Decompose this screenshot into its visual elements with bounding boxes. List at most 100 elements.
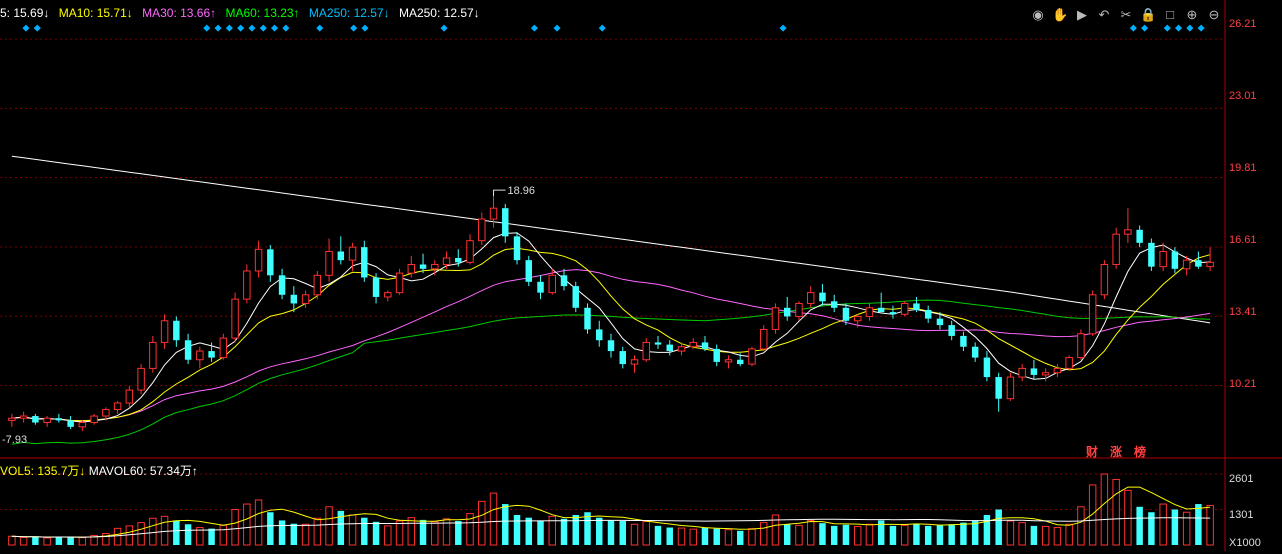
candle-body xyxy=(983,357,991,378)
hand-icon[interactable]: ✋ xyxy=(1052,7,1068,23)
candle-body xyxy=(677,346,686,352)
badge-bang[interactable]: 榜 xyxy=(1134,443,1146,460)
candle-body xyxy=(384,292,392,298)
volume-bar xyxy=(666,527,673,545)
candle-body xyxy=(877,307,885,313)
volume-bar xyxy=(596,517,603,545)
candle-body xyxy=(502,208,509,237)
signal-marker xyxy=(598,24,606,32)
badge-zhang[interactable]: 涨 xyxy=(1110,443,1122,460)
signal-marker xyxy=(282,24,290,32)
candle-body xyxy=(560,275,568,287)
candle-body xyxy=(407,263,416,274)
volume-bar xyxy=(219,524,228,546)
candle-body xyxy=(1065,357,1073,369)
scissors-icon[interactable]: ✂ xyxy=(1118,7,1134,23)
volume-bar xyxy=(819,523,826,545)
volume-bar xyxy=(301,523,310,546)
volume-bar xyxy=(759,522,768,546)
volume-bar xyxy=(313,517,322,546)
signal-marker xyxy=(271,24,279,32)
candle-body xyxy=(995,377,1002,399)
volume-tick: 2601 xyxy=(1229,473,1254,485)
chart-toolbar: ◉ ✋ ▶ ↶ ✂ 🔒 □ ⊕ ⊖ xyxy=(1030,6,1222,24)
volume-bar xyxy=(1041,525,1050,546)
legend-ma30: MA30: 13.66↑ xyxy=(142,6,217,20)
candle-body xyxy=(748,348,756,365)
volume-bar xyxy=(795,524,803,546)
candle-body xyxy=(431,263,439,270)
volume-bar xyxy=(783,524,791,545)
zoom-out-icon[interactable]: ⊖ xyxy=(1206,7,1222,23)
candle-body xyxy=(1182,259,1191,270)
candle-body xyxy=(736,359,744,365)
candle-body xyxy=(865,307,874,317)
candle-body xyxy=(219,337,228,359)
volume-bar xyxy=(455,520,462,545)
volume-bar xyxy=(67,537,74,545)
volume-bar xyxy=(842,524,850,545)
square-icon[interactable]: □ xyxy=(1162,7,1178,23)
signal-marker xyxy=(350,24,358,32)
volume-bar xyxy=(325,506,333,546)
high-marker-line xyxy=(493,189,506,197)
candle-body xyxy=(137,367,145,391)
signal-marker xyxy=(1163,24,1171,32)
volume-bar xyxy=(1124,489,1132,546)
signal-marker xyxy=(248,24,256,32)
candle-body xyxy=(113,402,122,411)
candle-body xyxy=(771,307,780,330)
badge-cai[interactable]: 财 xyxy=(1086,443,1098,460)
volume-bar xyxy=(278,520,286,545)
volume-bar xyxy=(513,514,521,545)
candle-body xyxy=(231,298,239,339)
play-icon[interactable]: ▶ xyxy=(1074,7,1090,23)
lock-icon[interactable]: 🔒 xyxy=(1140,7,1156,23)
candle-body xyxy=(442,257,451,265)
stock-chart[interactable]: 18.96 -7.93 5: 15.69↓ MA10: 15.71↓ MA30: … xyxy=(0,0,1282,551)
volume-bar xyxy=(560,518,568,545)
volume-bar xyxy=(395,520,404,546)
volume-bar xyxy=(1136,506,1143,545)
volume-bar xyxy=(160,515,169,546)
price-tick: 26.21 xyxy=(1229,18,1257,30)
undo-icon[interactable]: ↶ xyxy=(1096,7,1112,23)
candle-body xyxy=(254,248,263,272)
signal-marker xyxy=(33,24,41,32)
volume-bar xyxy=(689,528,697,546)
candle-body xyxy=(572,286,579,308)
zoom-in-icon[interactable]: ⊕ xyxy=(1184,7,1200,23)
legend-vol5: VOL5: 135.7万↓ xyxy=(0,464,86,478)
signal-marker xyxy=(361,24,369,32)
candle-body xyxy=(243,270,251,300)
signal-marker xyxy=(530,24,538,32)
signal-marker xyxy=(214,24,222,32)
volume-bar xyxy=(607,520,615,545)
candle-body xyxy=(43,417,51,424)
candle-body xyxy=(489,207,498,220)
volume-bar xyxy=(1088,484,1097,546)
volume-bar xyxy=(1077,506,1085,546)
signal-marker xyxy=(779,24,787,32)
candle-body xyxy=(1041,372,1050,376)
candle-body xyxy=(125,389,134,404)
legend-ma250a: MA250: 12.57↓ xyxy=(308,6,390,20)
volume-bar xyxy=(173,520,180,545)
volume-bar xyxy=(806,519,815,546)
candle-body xyxy=(313,274,322,296)
volume-bar xyxy=(1053,527,1062,546)
candle-body xyxy=(290,294,298,304)
volume-bar xyxy=(1018,522,1026,546)
candle-body xyxy=(278,275,286,295)
candle-body xyxy=(513,236,521,261)
candle-body xyxy=(759,328,768,350)
volume-bar xyxy=(1182,511,1191,546)
volume-bar xyxy=(384,525,392,546)
eye-icon[interactable]: ◉ xyxy=(1030,7,1046,23)
candle-body xyxy=(853,315,862,322)
candle-body xyxy=(1077,333,1085,359)
candle-body xyxy=(900,302,909,315)
price-tick: 16.61 xyxy=(1229,234,1257,246)
volume-bar xyxy=(960,522,967,545)
candle-body xyxy=(654,342,662,345)
